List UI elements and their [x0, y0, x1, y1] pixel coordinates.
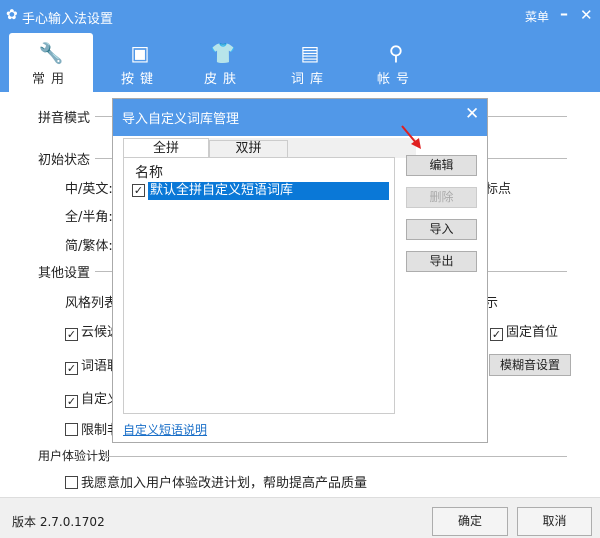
red-arrow-annotation-icon [401, 125, 421, 149]
cn-en-label: 中/英文: [65, 182, 113, 197]
punct-label: 标点 [485, 182, 512, 197]
wrench-icon: 🔧 [38, 41, 64, 65]
footer: 版本 2.7.0.1702 确定 取消 [0, 497, 600, 538]
checkbox-icon [65, 476, 78, 489]
section-initial-state: 初始状态 [38, 153, 91, 168]
tab-label: 按键 [120, 72, 159, 87]
tab-label: 皮肤 [203, 72, 242, 87]
dialog-title: 导入自定义词库管理 [122, 112, 240, 127]
checkbox-checked-icon: ✓ [65, 395, 78, 408]
list-item[interactable]: ✓ 默认全拼自定义短语词库 [132, 182, 389, 200]
tab-quanpin[interactable]: 全拼 [123, 138, 209, 158]
version-label: 版本 2.7.0.1702 [12, 515, 105, 529]
dictionary-list: 名称 ✓ 默认全拼自定义短语词库 [123, 157, 395, 414]
document-icon: ▤ [300, 41, 320, 65]
ok-button[interactable]: 确定 [432, 507, 508, 536]
tab-skin[interactable]: 👕 皮肤 [181, 33, 265, 92]
import-button[interactable]: 导入 [406, 219, 477, 240]
tab-account[interactable]: ⚲ 帐号 [354, 33, 438, 92]
tab-label: 常用 [31, 72, 70, 87]
gear-icon: ✿ [6, 7, 18, 23]
dialog-tab-strip: 全拼 双拼 [123, 138, 416, 158]
fuzzy-settings-button[interactable]: 模糊音设置 [489, 354, 571, 376]
window-title: 手心输入法设置 [22, 12, 114, 27]
minimize-button[interactable]: – [560, 4, 568, 23]
title-bar: ✿ 手心输入法设置 菜单 – ✕ 🔧 常用 ▣ 按键 👕 皮肤 ▤ 词库 ⚲ 帐号 [0, 0, 600, 92]
checkbox-checked-icon[interactable]: ✓ [132, 184, 145, 197]
ux-join-checkbox[interactable]: 我愿意加入用户体验改进计划，帮助提高产品质量 [65, 472, 367, 491]
edit-button[interactable]: 编辑 [406, 155, 477, 176]
custom-phrase-help-link[interactable]: 自定义短语说明 [123, 421, 207, 438]
menu-button[interactable]: 菜单 [525, 8, 549, 25]
fixed-first-label: 固定首位 [506, 325, 559, 340]
section-ux-plan: 用户体验计划 [38, 449, 111, 463]
checkbox-icon [65, 423, 78, 436]
dialog-close-button[interactable]: ✕ [465, 104, 479, 124]
tab-label: 帐号 [376, 72, 415, 87]
export-button[interactable]: 导出 [406, 251, 477, 272]
checkbox-checked-icon: ✓ [490, 328, 503, 341]
tab-common[interactable]: 🔧 常用 [9, 33, 93, 92]
simp-trad-label: 简/繁体: [65, 239, 113, 254]
full-half-label: 全/半角: [65, 210, 113, 225]
tab-shuangpin[interactable]: 双拼 [209, 140, 288, 158]
cancel-button[interactable]: 取消 [517, 507, 592, 536]
checkbox-checked-icon: ✓ [65, 362, 78, 375]
section-pinyin-mode: 拼音模式 [38, 111, 91, 126]
shirt-icon: 👕 [210, 41, 236, 65]
tab-label: 词库 [290, 72, 329, 87]
section-other: 其他设置 [38, 266, 91, 281]
keys-icon: ▣ [130, 41, 150, 65]
list-item-label: 默认全拼自定义短语词库 [148, 182, 389, 200]
delete-button[interactable]: 删除 [406, 187, 477, 208]
column-header-name: 名称 [135, 165, 163, 181]
user-icon: ⚲ [388, 41, 404, 65]
checkbox-checked-icon: ✓ [65, 328, 78, 341]
divider [103, 456, 567, 457]
tab-keys[interactable]: ▣ 按键 [98, 33, 182, 92]
close-button[interactable]: ✕ [580, 6, 593, 24]
tab-dictionary[interactable]: ▤ 词库 [268, 33, 352, 92]
custom-dictionary-dialog: 导入自定义词库管理 ✕ 全拼 双拼 名称 ✓ 默认全拼自定义短语词库 自定义短语… [112, 98, 488, 443]
style-list-label: 风格列表 [65, 296, 118, 311]
fixed-first-checkbox[interactable]: ✓ 固定首位 [490, 321, 558, 341]
dialog-title-bar: 导入自定义词库管理 ✕ [113, 99, 487, 136]
ux-join-label: 我愿意加入用户体验改进计划，帮助提高产品质量 [81, 476, 368, 491]
